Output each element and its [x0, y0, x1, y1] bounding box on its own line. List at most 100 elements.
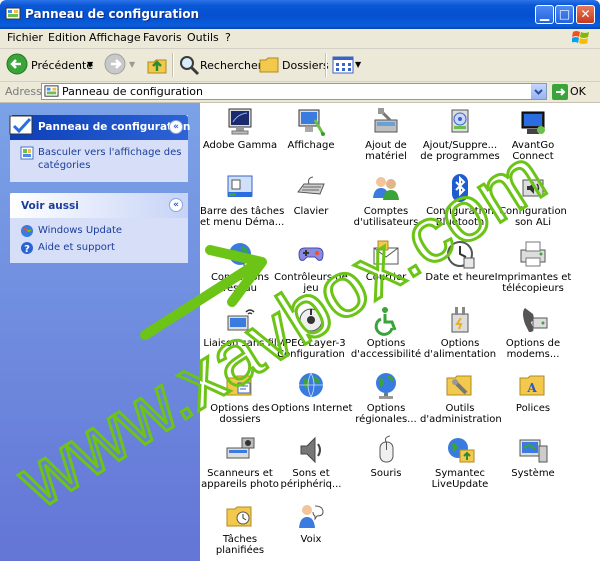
- cp-item-mpeg[interactable]: MPEG Layer-3 Configuration: [271, 303, 351, 367]
- minimize-button[interactable]: ▁: [535, 5, 554, 24]
- cp-item-label-line: Clavier: [293, 206, 329, 217]
- cp-item-adobe-gamma[interactable]: Adobe Gamma: [200, 105, 280, 169]
- back-button[interactable]: Précédente ▼: [4, 52, 100, 78]
- cp-item-label-line: d'utilisateurs: [353, 217, 419, 228]
- cp-item-clavier[interactable]: Clavier: [271, 171, 351, 235]
- cp-item-label-line: Ajout/Suppre...: [422, 140, 498, 151]
- cp-item-config-son[interactable]: Configuration son ALi: [493, 171, 573, 235]
- wireless-link-icon: [227, 309, 255, 331]
- network-icon: [229, 243, 255, 267]
- back-dropdown-icon[interactable]: ▼: [87, 60, 93, 69]
- collapse-icon[interactable]: «: [169, 198, 183, 212]
- windows-update-icon: [21, 225, 33, 237]
- forward-dropdown-icon[interactable]: ▼: [129, 60, 135, 69]
- cp-item-date-heure[interactable]: Date et heure: [420, 237, 500, 301]
- cp-item-label-line: Imprimantes et: [494, 272, 572, 283]
- cp-item-controleurs-jeu[interactable]: Contrôleurs de jeu: [271, 237, 351, 301]
- cp-item-outils-admin[interactable]: Outils d'administration: [420, 368, 502, 432]
- cp-item-systeme[interactable]: Système: [493, 433, 573, 497]
- cp-item-label-line: Polices: [515, 403, 551, 414]
- toolbar-separator: [172, 53, 174, 77]
- cp-item-bluetooth[interactable]: Configuration Bluetooth: [420, 171, 500, 235]
- cp-item-label-line: jeu: [303, 283, 319, 294]
- cp-item-comptes[interactable]: Comptes d'utilisateurs: [346, 171, 426, 235]
- add-remove-icon: [451, 109, 469, 133]
- close-button[interactable]: ✕: [576, 5, 595, 24]
- cp-item-alimentation[interactable]: Options d'alimentation: [420, 303, 500, 367]
- cp-item-label: Système: [493, 468, 573, 479]
- folders-icon: [259, 57, 279, 73]
- cp-item-imprimantes[interactable]: Imprimantes et télécopieurs: [493, 237, 573, 301]
- switch-view-line1: Basculer vers l'affichage des: [38, 147, 182, 158]
- cp-item-barre-taches[interactable]: Barre des tâches et menu Déma...: [200, 171, 285, 235]
- menu-affichage[interactable]: Affichage: [89, 31, 141, 44]
- up-folder-button[interactable]: [144, 52, 170, 78]
- admin-tools-icon: [446, 375, 472, 396]
- switch-category-view-link[interactable]: Basculer vers l'affichage des catégories: [20, 146, 182, 172]
- menu-fichier[interactable]: Fichier: [7, 31, 43, 44]
- fonts-folder-icon: A: [519, 375, 545, 396]
- go-button[interactable]: OK: [552, 84, 596, 100]
- cp-item-label-line: MPEG Layer-3: [276, 338, 346, 349]
- cp-item-label: Affichage: [271, 140, 351, 151]
- cp-item-ajout-materiel[interactable]: Ajout de matériel: [346, 105, 426, 169]
- cp-item-options-internet[interactable]: Options Internet: [271, 368, 352, 432]
- cp-item-voix[interactable]: Voix: [271, 499, 351, 561]
- views-dropdown-icon[interactable]: ▼: [355, 60, 361, 69]
- cp-item-label-line: Scanneurs et: [207, 468, 273, 479]
- cp-item-label-line: Options: [440, 338, 480, 349]
- maximize-button[interactable]: □: [555, 5, 574, 24]
- cp-item-label-line: Symantec: [434, 468, 486, 479]
- menu-favoris[interactable]: Favoris: [143, 31, 182, 44]
- cp-item-scanneurs[interactable]: Scanneurs et appareils photo: [200, 433, 280, 497]
- menu-bar: Fichier Edition Affichage Favoris Outils…: [0, 29, 600, 49]
- cp-item-label-line: Liaison sans fil: [203, 338, 277, 349]
- menu-edition[interactable]: Edition: [48, 31, 86, 44]
- collapse-icon[interactable]: «: [169, 120, 183, 134]
- cp-item-label-line: périphériq...: [280, 479, 342, 490]
- title-bar[interactable]: Panneau de configuration ▁ □ ✕: [0, 0, 600, 29]
- cp-item-label-line: Options de: [505, 338, 561, 349]
- search-button[interactable]: Rechercher: [176, 52, 262, 78]
- control-panel-icon: [5, 7, 21, 20]
- cp-item-accessibilite[interactable]: Options d'accessibilité: [346, 303, 426, 367]
- cp-item-options-dossiers[interactable]: Options des dossiers: [200, 368, 280, 432]
- control-panel-header[interactable]: Panneau de configuration «: [9, 115, 190, 140]
- cp-item-label-line: Configuration: [277, 349, 345, 360]
- cp-item-label-line: télécopieurs: [502, 283, 564, 294]
- cp-item-modems[interactable]: Options de modems...: [493, 303, 573, 367]
- folders-button[interactable]: Dossiers: [257, 52, 329, 78]
- cp-item-connexions-reseau[interactable]: Connexions réseau: [200, 237, 280, 301]
- cp-item-souris[interactable]: Souris: [346, 433, 426, 497]
- forward-button[interactable]: ▼: [102, 52, 138, 78]
- cp-item-polices[interactable]: A Polices: [493, 368, 573, 432]
- cp-item-label: Options Internet: [271, 403, 352, 414]
- cp-item-label: Contrôleurs de jeu: [271, 272, 351, 294]
- cp-item-affichage[interactable]: Affichage: [271, 105, 351, 169]
- cp-item-options-regionales[interactable]: Options régionales...: [346, 368, 426, 432]
- windows-update-label: Windows Update: [38, 225, 123, 236]
- toolbar: Précédente ▼ ▼ Rechercher Dossiers ▼: [0, 49, 600, 82]
- cp-item-label: Ajout de matériel: [346, 140, 426, 162]
- cp-item-ajout-suppression[interactable]: Ajout/Suppre... de programmes: [420, 105, 500, 169]
- cp-item-avantgo[interactable]: AvantGo Connect: [493, 105, 573, 169]
- toolbar-separator: [325, 53, 327, 77]
- cp-item-label: Clavier: [271, 206, 351, 217]
- cp-item-label-line: Barre des tâches: [200, 206, 285, 217]
- address-dropdown-button[interactable]: [530, 84, 546, 99]
- cp-item-sons[interactable]: Sons et périphériq...: [271, 433, 351, 497]
- see-also-header[interactable]: Voir aussi «: [10, 193, 188, 218]
- windows-update-link[interactable]: Windows Update: [20, 224, 178, 237]
- cp-item-label-line: Affichage: [287, 140, 335, 151]
- cp-item-courrier[interactable]: Courrier: [346, 237, 426, 301]
- help-support-link[interactable]: ? Aide et support: [20, 241, 178, 255]
- back-label: Précédente: [31, 59, 94, 72]
- cp-item-liaison[interactable]: Liaison sans fil: [200, 303, 280, 367]
- address-input[interactable]: Panneau de configuration: [41, 83, 547, 100]
- cp-item-symantec[interactable]: Symantec LiveUpdate: [420, 433, 500, 497]
- cp-item-label: Souris: [346, 468, 426, 479]
- cp-item-taches-planifiees[interactable]: Tâches planifiées: [200, 499, 280, 561]
- menu-outils[interactable]: Outils: [187, 31, 219, 44]
- views-button[interactable]: ▼: [330, 52, 362, 78]
- menu-help[interactable]: ?: [225, 31, 231, 44]
